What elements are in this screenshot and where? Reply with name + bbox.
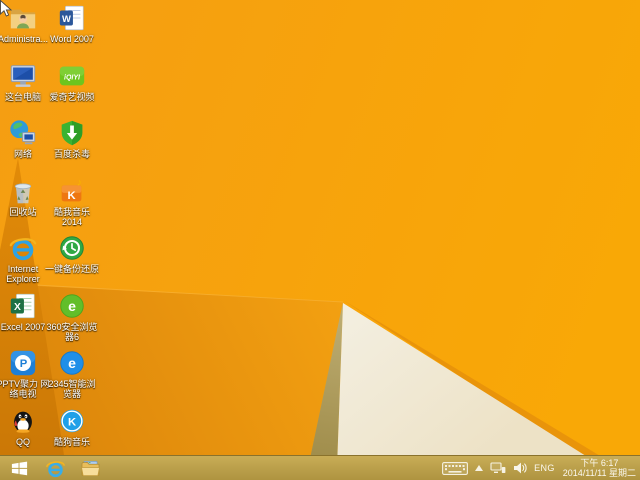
windows-logo-icon bbox=[11, 461, 27, 475]
network-icon[interactable] bbox=[490, 461, 506, 475]
administrator-folder-icon bbox=[8, 3, 38, 33]
taskbar-clock[interactable]: 下午 6:17 2014/11/11 星期二 bbox=[563, 458, 640, 478]
computer-icon bbox=[8, 61, 38, 91]
desktop-icon-word-2007[interactable]: W Word 2007 bbox=[44, 3, 100, 44]
360-browser-icon: e bbox=[57, 291, 87, 321]
chevron-up-icon bbox=[475, 465, 484, 471]
desktop-icon-kugou-music[interactable]: K 酷狗音乐 bbox=[44, 406, 100, 447]
windows-desktop: Administra... W Word 2007 这台电脑 iQIYI 爱奇艺… bbox=[0, 0, 640, 480]
svg-text:W: W bbox=[62, 14, 71, 24]
word-icon: W bbox=[57, 3, 87, 33]
desktop-icon-backup-restore[interactable]: 一键备份还原 bbox=[44, 233, 100, 274]
svg-text:iQIYI: iQIYI bbox=[64, 74, 81, 81]
network-globe-icon bbox=[8, 118, 38, 148]
svg-text:P: P bbox=[20, 358, 28, 370]
internet-explorer-icon bbox=[8, 233, 38, 263]
system-tray: ENG 下午 6:17 2014/11/11 星期二 bbox=[442, 456, 640, 480]
taskbar-file-explorer-button[interactable] bbox=[73, 456, 108, 480]
desktop-icon-baidu-antivirus[interactable]: 百度杀毒 bbox=[44, 118, 100, 159]
desktop-icon-label: 酷狗音乐 bbox=[53, 437, 90, 447]
desktop-icon-kuwo-music[interactable]: K ♪ 酷我音乐 2014 bbox=[44, 176, 100, 227]
svg-text:♪: ♪ bbox=[77, 177, 82, 188]
kugou-music-icon: K bbox=[57, 406, 87, 436]
file-explorer-icon bbox=[81, 460, 100, 476]
internet-explorer-icon bbox=[46, 460, 65, 477]
excel-icon: X bbox=[8, 291, 38, 321]
touch-keyboard-icon[interactable] bbox=[442, 461, 469, 475]
start-button[interactable] bbox=[0, 456, 38, 480]
desktop-icon-iqiyi-video[interactable]: iQIYI 爱奇艺视频 bbox=[44, 61, 100, 102]
recycle-bin-icon bbox=[8, 176, 38, 206]
2345-browser-icon: e bbox=[57, 348, 87, 378]
taskbar-internet-explorer-button[interactable] bbox=[38, 456, 73, 480]
desktop-icon-label: 一键备份还原 bbox=[44, 264, 99, 274]
svg-text:K: K bbox=[67, 190, 76, 202]
qq-penguin-icon bbox=[8, 406, 38, 436]
pptv-icon: P bbox=[8, 348, 38, 378]
kuwo-music-icon: K ♪ bbox=[57, 176, 87, 206]
desktop-icon-360-browser[interactable]: e 360安全浏览器6 bbox=[44, 291, 100, 342]
taskbar: ENG 下午 6:17 2014/11/11 星期二 bbox=[0, 455, 640, 480]
clock-time: 下午 6:17 bbox=[580, 458, 619, 468]
language-indicator[interactable]: ENG bbox=[534, 463, 555, 473]
svg-text:e: e bbox=[68, 298, 76, 314]
svg-text:K: K bbox=[68, 417, 77, 429]
desktop-icon-2345-browser[interactable]: e 2345智能浏览器 bbox=[44, 348, 100, 399]
desktop-icon-label: 百度杀毒 bbox=[53, 149, 90, 159]
iqiyi-icon: iQIYI bbox=[57, 61, 87, 91]
volume-icon[interactable] bbox=[513, 462, 527, 474]
desktop-icon-label: 360安全浏览器6 bbox=[46, 322, 98, 342]
show-hidden-icons-button[interactable] bbox=[475, 465, 484, 471]
desktop-icon-label: Word 2007 bbox=[50, 34, 94, 44]
svg-text:e: e bbox=[68, 355, 76, 371]
shield-icon bbox=[57, 118, 87, 148]
clock-date: 2014/11/11 星期二 bbox=[562, 468, 636, 478]
desktop-icon-label: 爱奇艺视频 bbox=[49, 92, 95, 102]
desktop-icon-label: 2345智能浏览器 bbox=[48, 379, 96, 399]
backup-restore-icon bbox=[57, 233, 87, 263]
svg-text:X: X bbox=[14, 302, 21, 313]
desktop-icon-label: 酷我音乐 2014 bbox=[53, 207, 90, 227]
